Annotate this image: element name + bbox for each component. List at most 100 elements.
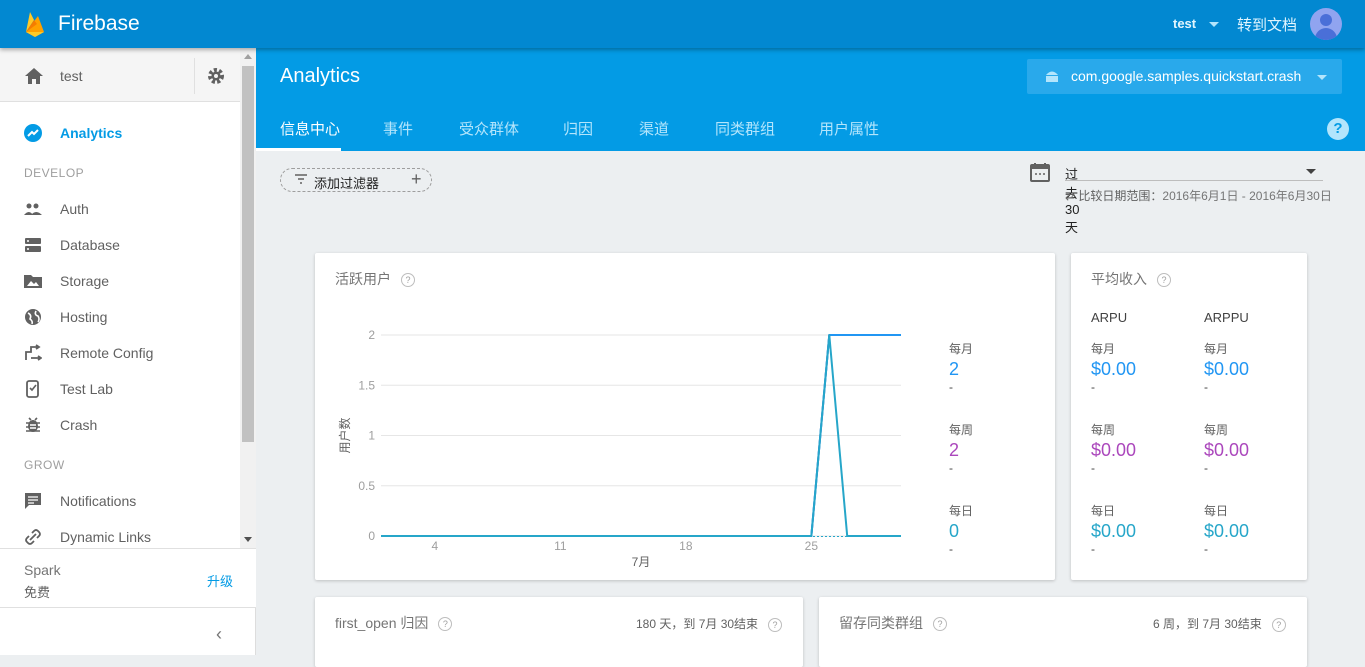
- gear-icon[interactable]: [207, 67, 225, 85]
- help-icon[interactable]: ?: [1157, 273, 1171, 288]
- globe-icon: [25, 309, 41, 325]
- message-icon: [25, 493, 41, 509]
- arppu-column: ARPPU: [1204, 310, 1249, 325]
- sidebar: test Analytics DEVELOP Auth Database Sto…: [0, 48, 256, 655]
- scrollbar-thumb[interactable]: [242, 66, 254, 442]
- card-title-text: 留存同类群组: [839, 615, 923, 631]
- add-filter-label: 添加过滤器: [314, 176, 380, 191]
- stat-delta: -: [1204, 380, 1208, 394]
- y-tick-label: 2: [368, 328, 375, 342]
- scroll-up-icon[interactable]: [244, 54, 252, 59]
- arpu-weekly: 每周 $0.00 -: [1091, 421, 1136, 475]
- active-tab-indicator: [256, 148, 341, 151]
- stat-value: 2: [949, 359, 960, 379]
- avatar[interactable]: [1310, 8, 1342, 40]
- sidebar-item-notifications[interactable]: Notifications: [0, 483, 240, 519]
- tab-cohorts[interactable]: 同类群组: [715, 118, 775, 139]
- column-label: ARPPU: [1204, 310, 1249, 325]
- y-axis-label: 用户数: [337, 417, 352, 453]
- home-icon[interactable]: [25, 68, 43, 84]
- top-bar: Firebase test 转到文档: [0, 0, 1365, 48]
- stat-delta: -: [949, 380, 953, 394]
- tab-funnels[interactable]: 渠道: [639, 118, 669, 139]
- sidebar-item-remote-config[interactable]: Remote Config: [0, 335, 240, 371]
- active-users-card: 活跃用户? 0 0.5 1 1.5 2 4 11 18 25 7月 用户数 每月 2 - 每周 2 …: [315, 253, 1055, 580]
- account-selector[interactable]: test: [1173, 16, 1196, 31]
- help-icon[interactable]: ?: [933, 617, 947, 632]
- tab-audiences[interactable]: 受众群体: [459, 118, 519, 139]
- help-icon[interactable]: ?: [1271, 617, 1286, 632]
- project-name[interactable]: test: [60, 68, 83, 84]
- retention-cohort-card: 留存同类群组? 6 周，到 7月 30结束?: [819, 597, 1307, 667]
- help-icon[interactable]: ?: [1327, 118, 1349, 140]
- stat-period: 每周: [1091, 423, 1116, 437]
- app-selector[interactable]: com.google.samples.quickstart.crash: [1027, 59, 1342, 94]
- arppu-daily: 每日 $0.00 -: [1204, 502, 1249, 556]
- brand-name[interactable]: Firebase: [58, 12, 140, 36]
- bug-icon: [26, 417, 40, 432]
- remote-config-icon: [25, 344, 42, 361]
- tab-dashboard[interactable]: 信息中心: [280, 118, 340, 139]
- tab-user-properties[interactable]: 用户属性: [819, 118, 879, 139]
- sidebar-item-analytics[interactable]: Analytics: [0, 115, 240, 151]
- range-text: 6 周，到 7月 30结束: [1153, 617, 1262, 631]
- folder-image-icon: [24, 275, 42, 288]
- collapse-sidebar-icon[interactable]: ‹: [216, 624, 222, 645]
- stat-value: $0.00: [1204, 521, 1250, 541]
- stat-delta: -: [1091, 380, 1095, 394]
- stat-monthly: 每月 2 -: [949, 340, 973, 394]
- firebase-logo-icon[interactable]: [24, 10, 46, 38]
- stat-delta: -: [1204, 542, 1208, 556]
- range-info: 180 天，到 7月 30结束?: [636, 615, 783, 632]
- chevron-down-icon[interactable]: [1209, 22, 1219, 27]
- add-filter-button[interactable]: 添加过滤器 +: [280, 168, 432, 192]
- page-title: Analytics: [280, 65, 361, 87]
- sidebar-item-label: Notifications: [60, 493, 137, 509]
- stat-weekly: 每周 2 -: [949, 421, 973, 475]
- sidebar-item-auth[interactable]: Auth: [0, 191, 240, 227]
- docs-link[interactable]: 转到文档: [1237, 14, 1297, 35]
- scroll-down-icon[interactable]: [244, 537, 252, 542]
- tab-attribution[interactable]: 归因: [563, 118, 593, 139]
- calendar-icon[interactable]: [1030, 162, 1050, 182]
- arpu-daily: 每日 $0.00 -: [1091, 502, 1136, 556]
- sidebar-item-label: Storage: [60, 273, 110, 289]
- stat-value: $0.00: [1091, 521, 1137, 541]
- analytics-icon: [24, 124, 42, 142]
- y-tick-label: 1.5: [358, 378, 375, 392]
- sidebar-item-database[interactable]: Database: [0, 227, 240, 263]
- sidebar-item-label: Crash: [60, 417, 98, 433]
- divider: [194, 58, 195, 94]
- stat-period: 每日: [949, 504, 974, 518]
- help-icon[interactable]: ?: [438, 617, 453, 632]
- dropdown-arrow-icon[interactable]: [1306, 169, 1316, 174]
- card-title: 平均收入?: [1091, 269, 1171, 289]
- stat-delta: -: [1091, 461, 1095, 475]
- sidebar-item-label: Dynamic Links: [60, 529, 152, 545]
- column-label: ARPU: [1091, 310, 1128, 325]
- database-icon: [25, 238, 41, 252]
- stat-period: 每日: [1204, 504, 1229, 518]
- sidebar-item-test-lab[interactable]: Test Lab: [0, 371, 240, 407]
- sidebar-item-storage[interactable]: Storage: [0, 263, 240, 299]
- tab-events[interactable]: 事件: [383, 118, 413, 139]
- sidebar-item-label: Test Lab: [60, 381, 113, 397]
- x-axis-label: 7月: [632, 555, 651, 569]
- sidebar-item-crash[interactable]: Crash: [0, 407, 240, 443]
- app-selector-label: com.google.samples.quickstart.crash: [1071, 68, 1302, 84]
- stat-delta: -: [949, 542, 953, 556]
- sidebar-scrollbar[interactable]: [240, 48, 256, 548]
- plus-icon: +: [411, 169, 422, 189]
- stat-period: 每月: [1204, 342, 1229, 356]
- stat-value: $0.00: [1091, 440, 1137, 460]
- stat-period: 每周: [949, 423, 974, 437]
- sidebar-item-hosting[interactable]: Hosting: [0, 299, 240, 335]
- page-header: Analytics com.google.samples.quickstart.…: [256, 48, 1365, 151]
- upgrade-link[interactable]: 升级: [207, 571, 233, 590]
- compare-range: ⇄ 比较日期范围：2016年6月1日 - 2016年6月30日: [1065, 187, 1332, 204]
- help-icon[interactable]: ?: [768, 617, 783, 632]
- compare-icon: ⇄: [1065, 189, 1079, 203]
- project-header: test: [0, 48, 240, 102]
- card-title-text: 平均收入: [1091, 271, 1147, 287]
- arpu-monthly: 每月 $0.00 -: [1091, 340, 1136, 394]
